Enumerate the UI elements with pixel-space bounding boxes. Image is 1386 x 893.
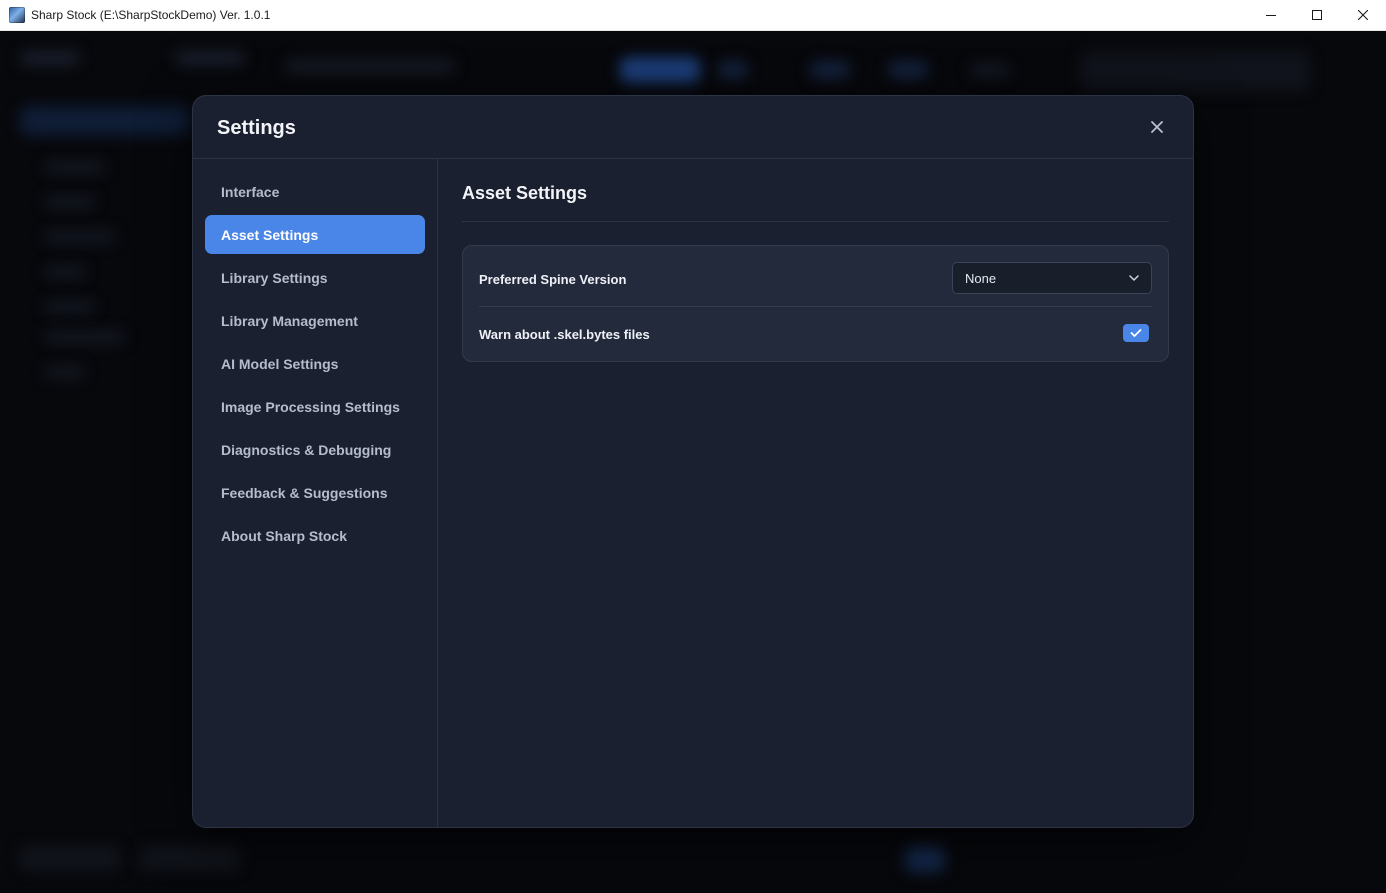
blurred-element — [45, 161, 105, 173]
blurred-element — [20, 106, 190, 136]
close-window-button[interactable] — [1340, 0, 1386, 30]
spine-version-select[interactable]: None — [952, 262, 1152, 294]
minimize-button[interactable] — [1248, 0, 1294, 30]
settings-card: Preferred Spine Version None Warn about … — [462, 245, 1169, 362]
nav-item-feedback-suggestions[interactable]: Feedback & Suggestions — [205, 473, 425, 512]
warn-skel-bytes-checkbox[interactable] — [1123, 324, 1149, 342]
section-divider — [462, 221, 1169, 222]
blurred-element — [45, 231, 115, 243]
blurred-element — [718, 61, 748, 79]
blurred-element — [888, 61, 928, 79]
nav-item-asset-settings[interactable]: Asset Settings — [205, 215, 425, 254]
nav-item-ai-model-settings[interactable]: AI Model Settings — [205, 344, 425, 383]
settings-dialog: Settings Interface Asset Settings Librar… — [192, 95, 1194, 828]
blurred-element — [45, 331, 125, 343]
nav-item-about-sharp-stock[interactable]: About Sharp Stock — [205, 516, 425, 555]
settings-sidebar: Interface Asset Settings Library Setting… — [193, 159, 438, 827]
nav-item-diagnostics-debugging[interactable]: Diagnostics & Debugging — [205, 430, 425, 469]
dialog-header: Settings — [193, 96, 1193, 159]
nav-item-library-management[interactable]: Library Management — [205, 301, 425, 340]
settings-content: Asset Settings Preferred Spine Version N… — [438, 159, 1193, 827]
section-title: Asset Settings — [462, 183, 588, 203]
close-icon — [1358, 10, 1368, 20]
blurred-element — [45, 196, 95, 208]
blurred-element — [45, 301, 95, 313]
minimize-icon — [1266, 15, 1276, 16]
blurred-element — [905, 846, 945, 872]
nav-item-library-settings[interactable]: Library Settings — [205, 258, 425, 297]
blurred-element — [45, 366, 85, 378]
maximize-button[interactable] — [1294, 0, 1340, 30]
check-icon — [1130, 329, 1142, 337]
dialog-close-button[interactable] — [1145, 115, 1169, 139]
nav-item-interface[interactable]: Interface — [205, 172, 425, 211]
blurred-element — [1080, 51, 1310, 91]
blurred-element — [810, 61, 850, 79]
blurred-element — [175, 51, 245, 65]
window-controls — [1248, 0, 1386, 30]
row-divider — [479, 306, 1152, 307]
dialog-title: Settings — [217, 117, 296, 139]
blurred-element — [140, 846, 240, 870]
blurred-element — [20, 51, 80, 65]
chevron-down-icon — [1129, 275, 1139, 281]
window-title-bar[interactable]: Sharp Stock (E:\SharpStockDemo) Ver. 1.0… — [0, 0, 1386, 31]
blurred-element — [620, 57, 700, 83]
blurred-element — [45, 266, 85, 278]
app-icon — [9, 7, 25, 23]
blurred-element — [970, 63, 1010, 77]
spine-version-value: None — [965, 270, 997, 286]
spine-version-label: Preferred Spine Version — [479, 272, 627, 287]
maximize-icon — [1312, 10, 1322, 20]
warn-skel-bytes-label: Warn about .skel.bytes files — [479, 327, 650, 342]
close-icon — [1151, 121, 1163, 133]
nav-item-image-processing-settings[interactable]: Image Processing Settings — [205, 387, 425, 426]
window-title: Sharp Stock (E:\SharpStockDemo) Ver. 1.0… — [31, 8, 271, 22]
blurred-element — [20, 846, 120, 870]
blurred-element — [285, 59, 455, 73]
